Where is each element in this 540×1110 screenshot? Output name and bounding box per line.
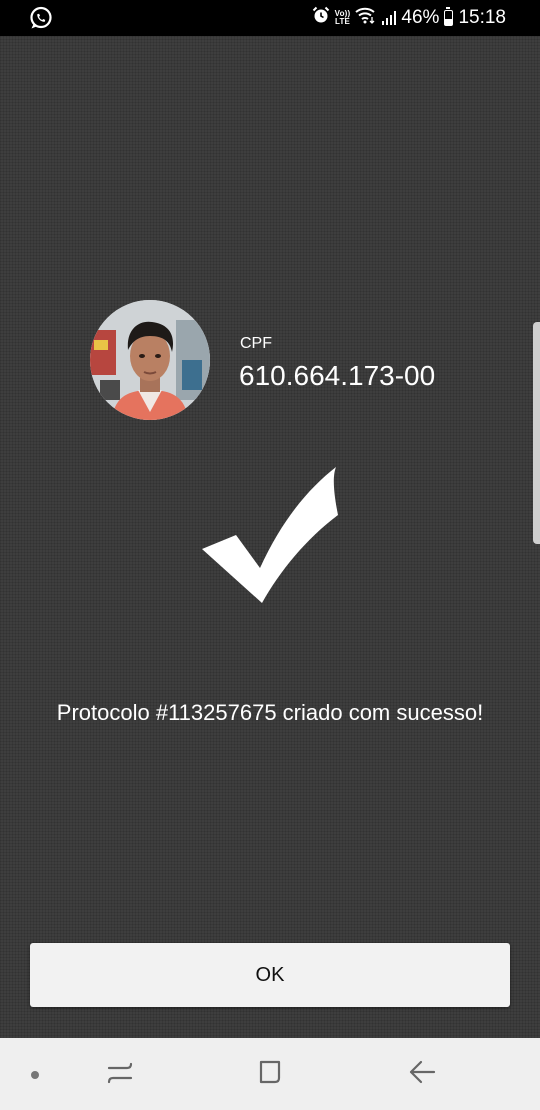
back-icon [408, 1059, 436, 1090]
back-button[interactable] [397, 1038, 447, 1110]
recent-apps-icon [105, 1059, 135, 1090]
battery-level [445, 18, 453, 25]
signal-icon [382, 11, 397, 25]
cpf-value: 610.664.173-00 [239, 360, 436, 391]
checkmark-icon [200, 465, 342, 607]
battery-icon [444, 7, 454, 26]
success-message: Protocolo #113257675 criado com sucesso! [56, 700, 484, 725]
dot-icon[interactable] [31, 1071, 39, 1079]
ok-button[interactable]: OK [30, 943, 510, 1007]
whatsapp-icon [28, 5, 54, 31]
scroll-indicator[interactable] [533, 322, 540, 544]
cpf-label: CPF [240, 335, 272, 352]
home-button[interactable] [245, 1038, 295, 1110]
volte-bottom-label: LTE [334, 17, 351, 26]
wifi-icon [355, 6, 377, 30]
status-bar: Vo)) LTE 46% 15:18 [0, 0, 540, 36]
avatar [90, 300, 210, 420]
volte-icon: Vo)) LTE [335, 10, 351, 26]
battery-label: 46% [401, 7, 440, 28]
navigation-bar [0, 1038, 540, 1110]
recent-apps-button[interactable] [95, 1038, 145, 1110]
home-icon [256, 1058, 284, 1091]
status-icons: Vo)) LTE 46% 15:18 [312, 0, 506, 36]
clock: 15:18 [458, 7, 506, 28]
alarm-icon [312, 6, 330, 30]
